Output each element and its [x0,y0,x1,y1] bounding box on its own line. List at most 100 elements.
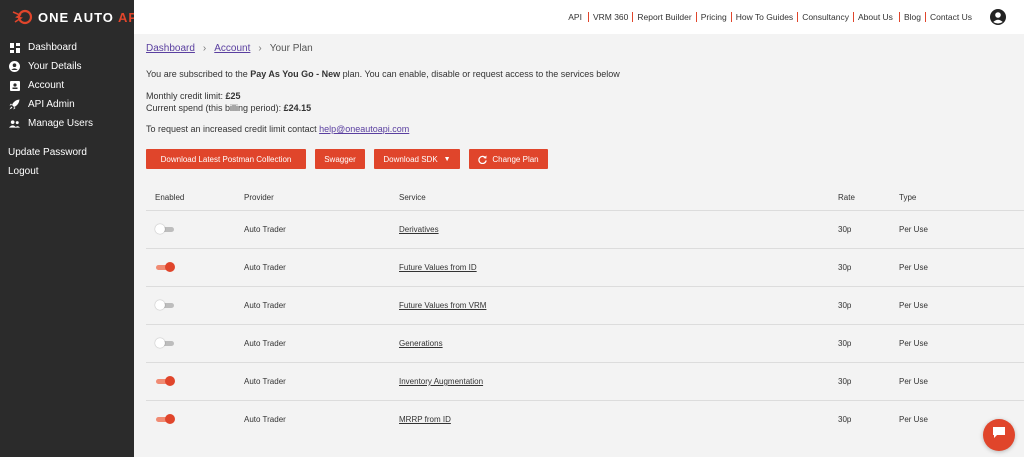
enable-toggle[interactable] [155,261,175,272]
type-cell: Per Use [899,339,928,348]
breadcrumb-current: Your Plan [269,43,313,54]
service-link[interactable]: Future Values from VRM [399,301,486,310]
type-cell: Per Use [899,263,928,272]
sidebar-item-api-admin[interactable]: API Admin [0,95,134,114]
breadcrumb: Dashboard › Account › Your Plan [146,43,313,54]
rate-cell: 30p [838,225,852,234]
sidebar-item-label: Dashboard [28,42,77,53]
credit-limit-value: £25 [225,91,241,101]
provider-cell: Auto Trader [244,415,286,424]
enable-toggle[interactable] [155,299,175,310]
topnav-item-vrm-360[interactable]: VRM 360 [589,12,632,22]
sidebar-item-label: API Admin [28,99,75,110]
enable-toggle[interactable] [155,337,175,348]
account-avatar-icon[interactable] [990,9,1006,25]
rate-cell: 30p [838,415,852,424]
swagger-button[interactable]: Swagger [315,149,365,169]
table-row: Auto Trader Generations 30p Per Use [146,324,1024,362]
breadcrumb-separator: › [202,43,207,54]
brand-logo[interactable]: ONE AUTO API [12,7,143,27]
rate-cell: 30p [838,377,852,386]
credit-contact: To request an increased credit limit con… [146,124,410,134]
sidebar-item-dashboard[interactable]: Dashboard [0,38,134,57]
provider-cell: Auto Trader [244,339,286,348]
topnav-item-api[interactable]: API [564,12,586,22]
topnav-item-report-builder[interactable]: Report Builder [633,12,695,22]
sidebar-divider [0,133,134,143]
table-row: Auto Trader Future Values from ID 30p Pe… [146,248,1024,286]
header-rate: Rate [838,192,855,202]
chat-bubble-icon [992,426,1006,444]
table-header: Enabled Provider Service Rate Type [146,184,1024,210]
provider-cell: Auto Trader [244,377,286,386]
header-provider: Provider [244,192,274,202]
provider-cell: Auto Trader [244,225,286,234]
header-type: Type [899,192,917,202]
header-enabled: Enabled [155,192,185,202]
rate-cell: 30p [838,339,852,348]
action-buttons: Download Latest Postman Collection Swagg… [146,149,557,169]
type-cell: Per Use [899,377,928,386]
header-service: Service [399,192,426,202]
top-nav: API VRM 360 Report Builder Pricing How T… [564,12,976,22]
rate-cell: 30p [838,263,852,272]
users-icon [9,118,20,129]
enable-toggle[interactable] [155,413,175,424]
sidebar: ONE AUTO API Dashboard Your Details Acco… [0,0,142,457]
breadcrumb-separator: › [258,43,262,54]
table-row: Auto Trader Derivatives 30p Per Use [146,210,1024,248]
topnav-item-consultancy[interactable]: Consultancy [798,12,853,22]
sidebar-item-update-password[interactable]: Update Password [0,143,134,162]
chat-launcher-button[interactable] [983,419,1015,451]
sidebar-item-label: Account [28,80,65,91]
plan-name: Pay As You Go - New [250,69,341,79]
topnav-item-contact-us[interactable]: Contact Us [926,12,976,22]
topnav-item-about-us[interactable]: About Us [854,12,897,22]
provider-cell: Auto Trader [244,263,286,272]
sidebar-nav: Dashboard Your Details Account API Admin… [0,38,134,181]
refresh-icon [478,154,488,164]
table-row: Auto Trader Future Values from VRM 30p P… [146,286,1024,324]
service-link[interactable]: Derivatives [399,225,439,234]
type-cell: Per Use [899,301,928,310]
sidebar-item-label: Logout [8,166,39,177]
topnav-item-how-to-guides[interactable]: How To Guides [732,12,797,22]
sidebar-item-label: Update Password [8,147,87,158]
credit-limit: Monthly credit limit: £25 [146,91,241,101]
service-link[interactable]: Future Values from ID [399,263,477,272]
topnav-item-pricing[interactable]: Pricing [697,12,731,22]
download-postman-button[interactable]: Download Latest Postman Collection [146,149,306,169]
service-link[interactable]: Inventory Augmentation [399,377,483,386]
sidebar-item-manage-users[interactable]: Manage Users [0,114,134,133]
brand-logo-icon [12,9,33,25]
topnav-item-blog[interactable]: Blog [900,12,925,22]
id-card-icon [9,80,20,91]
breadcrumb-dashboard[interactable]: Dashboard [146,43,195,54]
enable-toggle[interactable] [155,375,175,386]
table-row: Auto Trader Inventory Augmentation 30p P… [146,362,1024,400]
sidebar-item-label: Manage Users [28,118,94,129]
plan-intro: You are subscribed to the Pay As You Go … [146,69,620,79]
current-spend-value: £24.15 [283,103,312,113]
user-circle-icon [9,61,20,72]
download-sdk-button[interactable]: Download SDK ▼ [374,149,460,169]
current-spend: Current spend (this billing period): £24… [146,103,312,113]
table-row: Auto Trader MRRP from ID 30p Per Use [146,400,1024,438]
services-table: Enabled Provider Service Rate Type Auto … [146,184,1024,438]
provider-cell: Auto Trader [244,301,286,310]
enable-toggle[interactable] [155,223,175,234]
type-cell: Per Use [899,225,928,234]
contact-email-link[interactable]: help@oneautoapi.com [319,124,409,134]
sidebar-item-your-details[interactable]: Your Details [0,57,134,76]
dashboard-icon [9,42,20,53]
service-link[interactable]: Generations [399,339,443,348]
rocket-icon [9,99,20,110]
rate-cell: 30p [838,301,852,310]
sidebar-item-account[interactable]: Account [0,76,134,95]
change-plan-button[interactable]: Change Plan [469,149,548,169]
service-link[interactable]: MRRP from ID [399,415,451,424]
top-navigation-bar: API VRM 360 Report Builder Pricing How T… [134,0,1024,34]
breadcrumb-account[interactable]: Account [214,43,250,54]
sidebar-item-logout[interactable]: Logout [0,162,134,181]
brand-name: ONE AUTO API [38,9,143,25]
